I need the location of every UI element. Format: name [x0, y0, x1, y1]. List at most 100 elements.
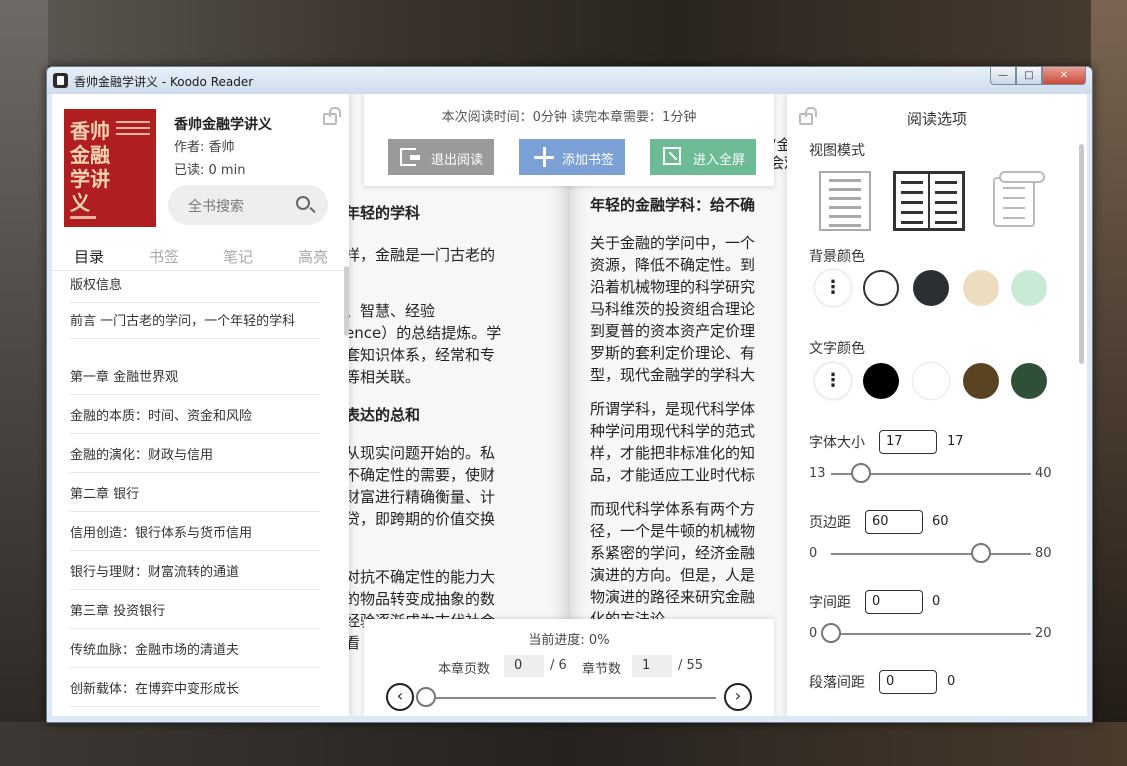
letter-spacing-slider-track[interactable]	[831, 633, 1031, 635]
toc-item[interactable]: 创新载体：在博弈中变形成长	[70, 681, 320, 707]
bg-color-label: 背景颜色	[809, 249, 865, 265]
chapter-num-input[interactable]: 1	[632, 655, 672, 677]
paragraph-spacing-input[interactable]: 0	[879, 670, 937, 694]
bg-color-dark[interactable]	[913, 270, 949, 306]
current-progress: 当前进度: 0%	[528, 633, 610, 648]
page-left-heading: 表达的总和	[345, 406, 421, 424]
margin-slider-track[interactable]	[831, 553, 1031, 555]
text-color-brown[interactable]	[963, 363, 999, 399]
bg-color-beige[interactable]	[963, 270, 999, 306]
margin-input[interactable]: 60	[865, 510, 923, 534]
margin-max: 80	[1035, 546, 1052, 561]
page-right-line: 演进的方向。但是，人是	[590, 566, 756, 584]
chapter-num-total: / 55	[678, 658, 704, 673]
page-left-line: 不确定性的需要，使财	[345, 466, 496, 484]
toc-item[interactable]: 传统血脉：金融市场的清道夫	[70, 642, 320, 668]
font-size-input[interactable]: 17	[879, 430, 937, 454]
page-left-line: 财富进行精确衡量、计	[345, 488, 496, 506]
maximize-button[interactable]: □	[1016, 67, 1042, 85]
page-left-heading: 年轻的学科	[345, 204, 421, 222]
desktop-wallpaper-right	[1091, 0, 1127, 766]
more-bg-colors-icon[interactable]: ⋮	[815, 270, 851, 306]
prev-chapter-button[interactable]: ‹	[386, 683, 414, 711]
close-button[interactable]: ✕	[1042, 67, 1086, 85]
margin-min: 0	[809, 546, 818, 561]
reading-options-panel: 阅读选项 视图模式 背景颜色 ⋮ 文字颜色 ⋮ 字体大小 17 17 13 40…	[787, 94, 1087, 716]
book-cover[interactable]: 香帅金融学讲义	[64, 109, 156, 227]
letter-spacing-label: 字间距	[809, 595, 851, 611]
page-left-line: 等相关联。	[345, 368, 421, 386]
chapter-page-input[interactable]: 0	[504, 655, 544, 677]
page-right-line: 关于金融的学问中，一个	[590, 234, 756, 252]
page-right-line: 型，现代金融学的学科大	[590, 366, 756, 384]
search-icon[interactable]	[296, 196, 310, 210]
toc-item[interactable]: 第一章 金融世界观	[70, 369, 320, 395]
add-bookmark-button[interactable]: 添加书签	[519, 139, 625, 175]
settings-scrollbar[interactable]	[1079, 144, 1084, 364]
desktop-wallpaper-top	[0, 0, 1127, 66]
app-window: 香帅金融学讲义 - Koodo Reader — □ ✕ 年轻的学科 样，金融是…	[46, 66, 1093, 723]
page-right-line: 到夏普的资本资产定价理	[590, 322, 756, 340]
bg-color-white[interactable]	[863, 270, 899, 306]
page-right-line: 品，才能适应工业时代标	[590, 466, 756, 484]
plus-icon	[534, 147, 554, 167]
minimize-button[interactable]: —	[990, 67, 1016, 85]
font-size-slider-thumb[interactable]	[851, 463, 871, 483]
page-right-line: 系紧密的学问，经济金融	[590, 544, 756, 562]
toc-item[interactable]: 信用创造：银行体系与货币信用	[70, 525, 320, 551]
text-color-white[interactable]	[913, 363, 949, 399]
koodo-app-icon	[53, 73, 68, 88]
paragraph-spacing-value: 0	[947, 674, 956, 689]
sidebar-tabs: 目录 书签 笔记 高亮	[52, 242, 349, 268]
title-bar[interactable]: 香帅金融学讲义 - Koodo Reader — □ ✕	[47, 67, 1092, 94]
next-chapter-button[interactable]: ›	[724, 683, 752, 711]
tab-notes[interactable]: 笔记	[223, 246, 253, 267]
bg-color-green[interactable]	[1011, 270, 1047, 306]
toc-item[interactable]: 银行与理财：财富流转的通道	[70, 564, 320, 590]
book-title: 香帅金融学讲义	[174, 117, 272, 133]
cover-footer-bar	[70, 216, 96, 219]
exit-icon	[400, 148, 420, 166]
letter-spacing-value: 0	[932, 594, 941, 609]
toc-item[interactable]: 版权信息	[70, 277, 320, 303]
toc-item[interactable]: 第二章 银行	[70, 486, 320, 512]
page-right-line: 所谓学科，是现代科学体	[590, 400, 756, 418]
book-search-input[interactable]: 全书搜索	[168, 185, 328, 225]
settings-title: 阅读选项	[906, 110, 967, 128]
fullscreen-button[interactable]: 进入全屏	[650, 139, 756, 175]
page-right-heading: 年轻的金融学科：给不确	[590, 196, 756, 214]
book-author: 作者: 香帅	[174, 140, 235, 155]
toc-item[interactable]: 金融的演化：财政与信用	[70, 447, 320, 473]
page-info-row: 本章页数 0 / 6 章节数 1 / 55	[364, 655, 774, 679]
double-page-view-icon[interactable]	[893, 171, 965, 231]
toc-item[interactable]: 前言 一门古老的学问，一个年轻的学科	[70, 313, 320, 339]
toc-item[interactable]: 第三章 投资银行	[70, 603, 320, 629]
tab-toc[interactable]: 目录	[74, 246, 104, 267]
letter-spacing-min: 0	[809, 626, 818, 641]
progress-slider-track[interactable]	[426, 697, 716, 699]
reading-time-info: 本次阅读时间：0分钟 读完本章需要：1分钟	[441, 110, 697, 125]
text-color-green[interactable]	[1011, 363, 1047, 399]
reader-toolbar: 本次阅读时间：0分钟 读完本章需要：1分钟 退出阅读 添加书签 进入全屏	[364, 94, 774, 186]
more-text-colors-icon[interactable]: ⋮	[815, 363, 851, 399]
text-color-black[interactable]	[863, 363, 899, 399]
letter-spacing-input[interactable]: 0	[865, 590, 923, 614]
progress-slider-thumb[interactable]	[416, 687, 436, 707]
toc-item[interactable]: 金融的本质：时间、资金和风险	[70, 408, 320, 434]
toc-scrollbar[interactable]	[344, 266, 349, 336]
tab-highlights[interactable]: 高亮	[298, 246, 328, 267]
lock-icon[interactable]	[323, 107, 341, 125]
fullscreen-label: 进入全屏	[693, 153, 746, 168]
expand-icon	[663, 147, 681, 165]
exit-reading-label: 退出阅读	[431, 153, 484, 168]
chapter-pages-label: 本章页数	[438, 662, 491, 677]
scroll-view-icon[interactable]	[985, 171, 1047, 231]
tab-bookmarks[interactable]: 书签	[149, 246, 179, 267]
letter-spacing-slider-thumb[interactable]	[821, 623, 841, 643]
single-page-view-icon[interactable]	[819, 171, 871, 231]
view-mode-label: 视图模式	[809, 143, 865, 159]
margin-slider-thumb[interactable]	[971, 543, 991, 563]
page-right-line: 物演进的路径来研究金融	[590, 588, 756, 606]
cover-decoration	[116, 121, 150, 139]
exit-reading-button[interactable]: 退出阅读	[388, 139, 494, 175]
